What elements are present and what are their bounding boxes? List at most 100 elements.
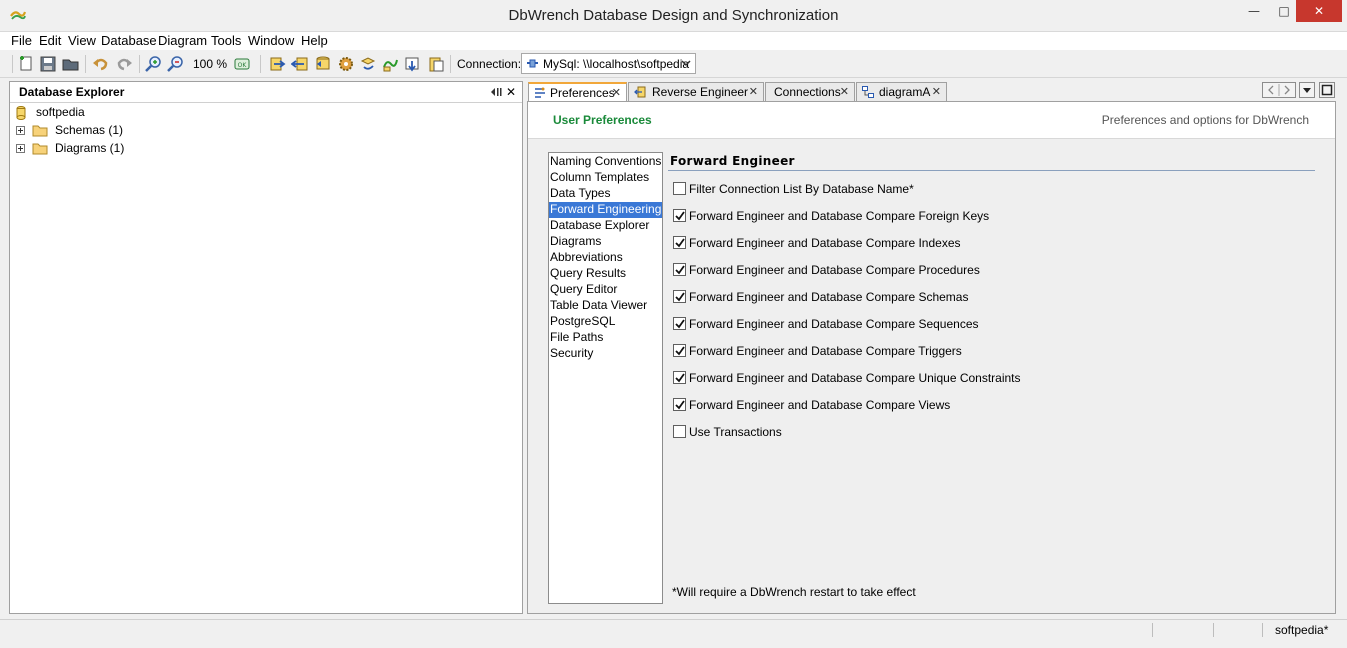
checkmark-icon <box>675 238 685 248</box>
explorer-title: Database Explorer <box>19 85 125 99</box>
diagram-icon <box>862 86 874 98</box>
category-item[interactable]: PostgreSQL <box>549 314 662 330</box>
category-item[interactable]: Security <box>549 346 662 362</box>
checkmark-icon <box>675 292 685 302</box>
category-item[interactable]: Table Data Viewer <box>549 298 662 314</box>
category-item[interactable]: Column Templates <box>549 170 662 186</box>
close-button[interactable]: ✕ <box>1296 0 1342 22</box>
folder-icon <box>32 143 48 155</box>
reverse-engineer-icon <box>634 86 646 98</box>
option-label: Forward Engineer and Database Compare Tr… <box>689 344 962 358</box>
zoom-out-icon[interactable] <box>167 55 185 73</box>
option-label: Forward Engineer and Database Compare Se… <box>689 317 979 331</box>
tree-item-schemas[interactable]: Schemas (1) <box>16 122 216 140</box>
option-label: Forward Engineer and Database Compare Fo… <box>689 209 990 223</box>
close-panel-icon[interactable]: ✕ <box>506 85 516 99</box>
category-item[interactable]: Abbreviations <box>549 250 662 266</box>
close-tab-icon[interactable]: ✕ <box>840 85 849 98</box>
maximize-window-icon[interactable] <box>1320 83 1334 97</box>
status-separator <box>1152 623 1153 637</box>
forward-engineer-icon[interactable] <box>268 55 286 73</box>
checkbox-checked[interactable] <box>673 344 686 357</box>
restart-note: *Will require a DbWrench restart to take… <box>672 585 916 599</box>
checkbox-checked[interactable] <box>673 209 686 222</box>
explorer-header: Database Explorer ✕ <box>10 82 522 103</box>
category-item[interactable]: File Paths <box>549 330 662 346</box>
title-bar: DbWrench Database Design and Synchroniza… <box>0 0 1347 32</box>
dropdown-arrow-icon[interactable] <box>1300 83 1314 97</box>
tree-item-label: Diagrams (1) <box>55 141 125 155</box>
menu-view[interactable]: View <box>68 33 96 48</box>
tab-scroll-arrows-icon[interactable] <box>1263 83 1295 97</box>
new-file-icon[interactable] <box>17 55 35 73</box>
connection-select[interactable]: MySql: \\localhost\softpedia <box>521 53 696 74</box>
close-tab-icon[interactable]: ✕ <box>612 86 621 99</box>
preferences-header-band: User Preferences Preferences and options… <box>528 102 1335 139</box>
checkbox-checked[interactable] <box>673 290 686 303</box>
script-icon[interactable] <box>381 55 399 73</box>
zoom-in-icon[interactable] <box>145 55 163 73</box>
close-tab-icon[interactable]: ✕ <box>749 85 758 98</box>
menu-edit[interactable]: Edit <box>39 33 61 48</box>
category-item[interactable]: Data Types <box>549 186 662 202</box>
tab-connections[interactable]: Connections ✕ <box>765 82 855 101</box>
window-title: DbWrench Database Design and Synchroniza… <box>508 7 839 24</box>
checkbox[interactable] <box>673 182 686 195</box>
category-item[interactable]: Naming Conventions <box>549 154 662 170</box>
category-item-selected[interactable]: Forward Engineering <box>549 202 662 218</box>
category-item[interactable]: Query Editor <box>549 282 662 298</box>
menu-window[interactable]: Window <box>248 33 294 48</box>
tab-scroll-buttons[interactable] <box>1262 82 1296 98</box>
option-label: Use Transactions <box>689 425 782 439</box>
preferences-subheader: Preferences and options for DbWrench <box>1101 113 1309 127</box>
section-title: Forward Engineer <box>670 154 795 168</box>
close-tab-icon[interactable]: ✕ <box>932 85 941 98</box>
checkbox-checked[interactable] <box>673 398 686 411</box>
maximize-editor-button[interactable] <box>1319 82 1335 98</box>
checkbox-checked[interactable] <box>673 317 686 330</box>
checkbox-checked[interactable] <box>673 263 686 276</box>
expand-icon[interactable] <box>16 126 26 136</box>
tab-label: Reverse Engineer <box>652 85 749 99</box>
save-icon[interactable] <box>39 55 57 73</box>
option-label: Filter Connection List By Database Name* <box>689 182 914 196</box>
preferences-icon <box>534 87 546 99</box>
category-list[interactable]: Naming Conventions Column Templates Data… <box>548 152 663 604</box>
export-icon[interactable] <box>404 55 422 73</box>
menu-file[interactable]: File <box>11 33 32 48</box>
toolbar-separator <box>139 55 140 73</box>
tab-preferences[interactable]: Preferences ✕ <box>528 82 627 101</box>
category-item[interactable]: Query Results <box>549 266 662 282</box>
settings-gear-icon[interactable] <box>337 55 355 73</box>
open-folder-icon[interactable] <box>62 55 80 73</box>
tab-diagrama[interactable]: diagramA ✕ <box>856 82 947 101</box>
chevron-down-icon[interactable] <box>680 56 692 70</box>
tab-list-button[interactable] <box>1299 82 1315 98</box>
menu-diagram[interactable]: Diagram <box>158 33 207 48</box>
clipboard-icon[interactable] <box>427 55 445 73</box>
checkmark-icon <box>675 265 685 275</box>
option-label: Forward Engineer and Database Compare Un… <box>689 371 1021 385</box>
expand-icon[interactable] <box>16 144 26 154</box>
sync-icon[interactable] <box>359 55 377 73</box>
menu-help[interactable]: Help <box>301 33 328 48</box>
status-bar: softpedia* <box>0 619 1347 641</box>
tree-item-diagrams[interactable]: Diagrams (1) <box>16 140 216 158</box>
database-compare-icon[interactable] <box>314 55 332 73</box>
tree-root[interactable]: softpedia <box>16 104 216 122</box>
preferences-header: User Preferences <box>553 113 652 127</box>
tab-reverse-engineer[interactable]: Reverse Engineer ✕ <box>628 82 764 101</box>
redo-icon[interactable] <box>115 55 133 73</box>
minimize-panel-icon[interactable] <box>490 86 502 98</box>
category-item[interactable]: Database Explorer <box>549 218 662 234</box>
menu-database[interactable]: Database <box>101 33 157 48</box>
checkmark-icon <box>675 373 685 383</box>
reverse-engineer-icon[interactable] <box>291 55 309 73</box>
undo-icon[interactable] <box>92 55 110 73</box>
fit-zoom-icon[interactable]: OK <box>233 55 251 73</box>
category-item[interactable]: Diagrams <box>549 234 662 250</box>
checkbox-checked[interactable] <box>673 371 686 384</box>
checkbox[interactable] <box>673 425 686 438</box>
menu-tools[interactable]: Tools <box>211 33 241 48</box>
checkbox-checked[interactable] <box>673 236 686 249</box>
